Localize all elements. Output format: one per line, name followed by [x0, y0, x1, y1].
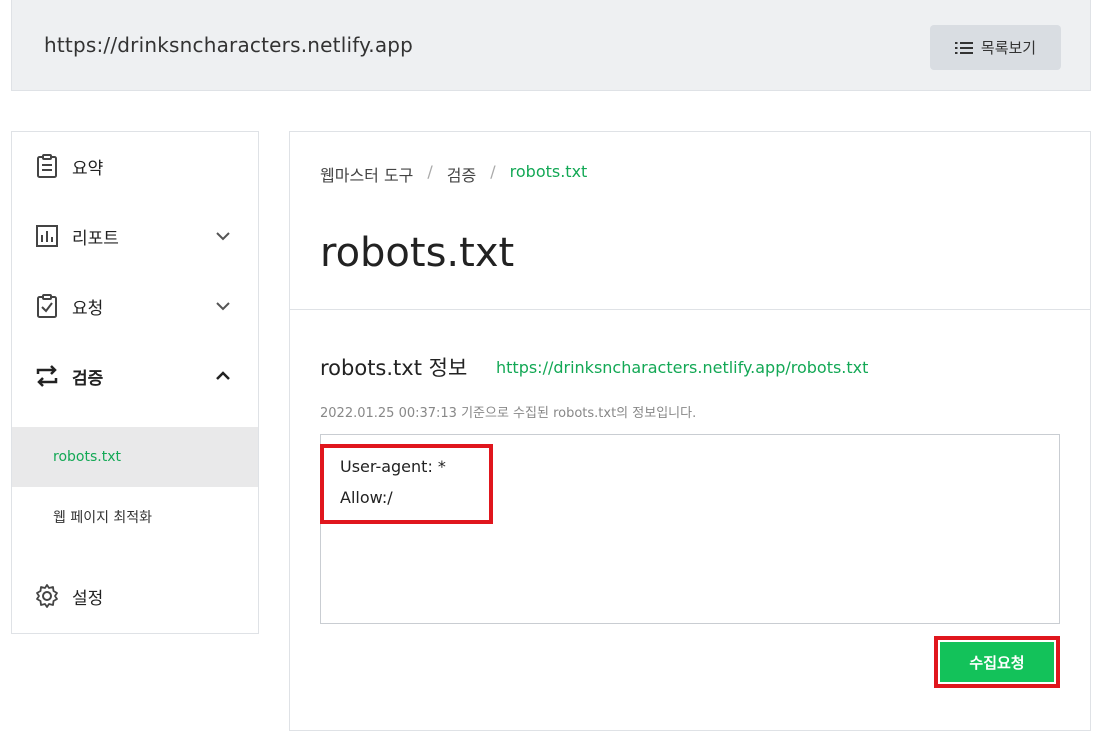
clipboard-check-icon [37, 294, 57, 318]
sidebar-item-settings[interactable]: 설정 [12, 571, 258, 621]
sidebar-subitem-label: 웹 페이지 최적화 [53, 510, 153, 526]
chevron-down-icon [216, 302, 230, 311]
highlight-box: 수집요청 [934, 636, 1060, 688]
robots-line: User-agent: * [340, 457, 446, 476]
divider [290, 309, 1090, 310]
list-view-label: 목록보기 [980, 39, 1037, 57]
list-icon [954, 41, 973, 54]
chevron-up-icon [216, 371, 230, 380]
sidebar-item-request[interactable]: 요청 [12, 281, 258, 331]
list-view-button[interactable]: 목록보기 [930, 25, 1061, 70]
sidebar-item-label: 검증 [72, 368, 104, 389]
breadcrumb-separator: / [427, 162, 433, 181]
main-content: 웹마스터 도구 / 검증 / robots.txt robots.txt rob… [289, 131, 1091, 731]
sidebar-subitem-web-optimization[interactable]: 웹 페이지 최적화 [12, 487, 258, 547]
robots-url-link[interactable]: https://drinksncharacters.netlify.app/ro… [496, 358, 868, 377]
robots-content-box: User-agent: * Allow:/ [320, 434, 1060, 624]
sidebar-item-verify[interactable]: 검증 [12, 351, 258, 401]
gear-icon [36, 584, 58, 608]
site-url: https://drinksncharacters.netlify.app [44, 33, 414, 57]
sidebar-subitem-robots[interactable]: robots.txt [12, 427, 258, 487]
breadcrumb-current: robots.txt [509, 162, 588, 181]
fetch-request-button[interactable]: 수집요청 [940, 642, 1054, 682]
clipboard-icon [37, 154, 57, 178]
breadcrumb-item[interactable]: 웹마스터 도구 [320, 162, 413, 186]
sidebar-item-label: 설정 [72, 588, 104, 609]
sidebar-item-label: 리포트 [72, 228, 119, 249]
info-note: 2022.01.25 00:37:13 기준으로 수집된 robots.txt의… [320, 406, 697, 421]
sidebar-item-label: 요약 [72, 158, 104, 179]
sidebar-item-summary[interactable]: 요약 [12, 141, 258, 191]
sidebar-item-label: 요청 [72, 298, 104, 319]
breadcrumb-separator: / [490, 162, 496, 181]
sidebar-item-report[interactable]: 리포트 [12, 211, 258, 261]
breadcrumb: 웹마스터 도구 / 검증 / robots.txt [320, 162, 587, 186]
breadcrumb-item[interactable]: 검증 [447, 162, 476, 186]
chevron-down-icon [216, 232, 230, 241]
robots-line: Allow:/ [340, 488, 393, 507]
page-title: robots.txt [320, 230, 515, 276]
bar-chart-icon [36, 225, 58, 247]
swap-arrows-icon [36, 365, 58, 387]
sidebar-subitem-label: robots.txt [53, 449, 121, 465]
site-header: https://drinksncharacters.netlify.app 목록… [11, 0, 1091, 91]
sidebar-nav: 요약 리포트 요청 검증 robots.txt 웹 페이지 최적화 설정 [11, 131, 259, 634]
section-title: robots.txt 정보 [320, 356, 468, 380]
